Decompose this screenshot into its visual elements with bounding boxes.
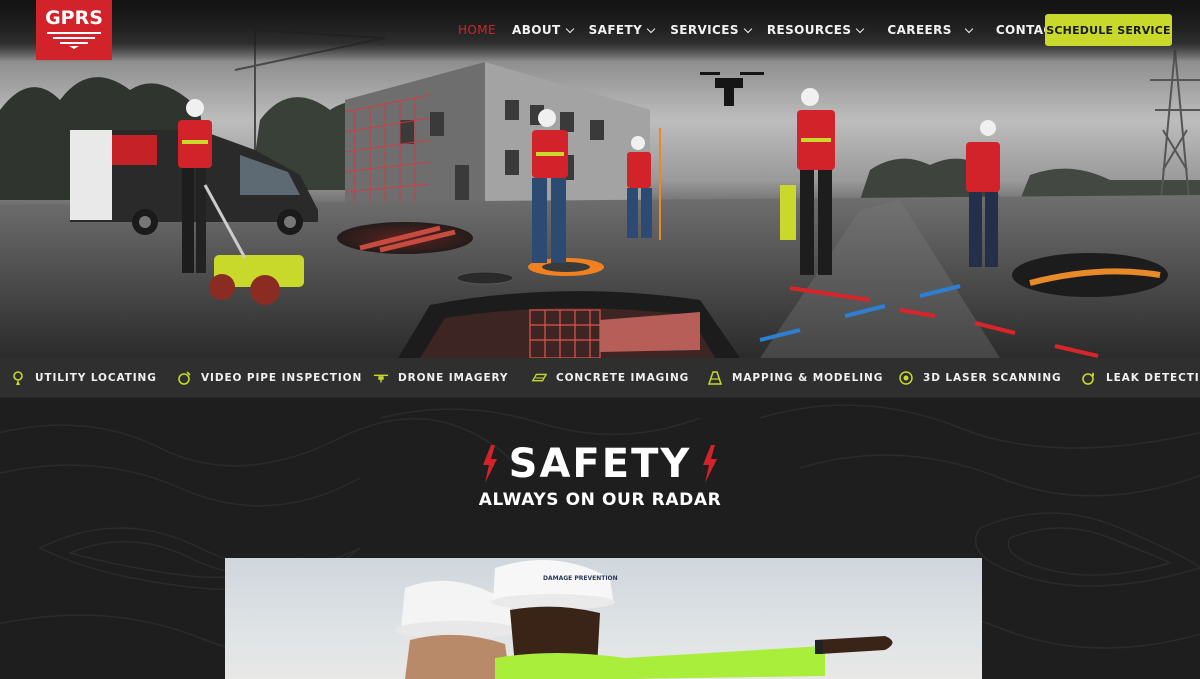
service-label: VIDEO PIPE INSPECTION bbox=[201, 372, 363, 384]
service-drone-imagery[interactable]: DRONE IMAGERY bbox=[373, 358, 508, 398]
services-strip: UTILITY LOCATING VIDEO PIPE INSPECTION D… bbox=[0, 358, 1200, 398]
lightning-bolt-icon bbox=[703, 445, 718, 483]
service-concrete-imaging[interactable]: CONCRETE IMAGING bbox=[531, 358, 689, 398]
gprs-logo[interactable]: GPRS bbox=[36, 0, 112, 60]
service-label: CONCRETE IMAGING bbox=[556, 372, 690, 384]
top-navigation-bar: GPRS HOME ABOUT SAFETY SERVICES RESOURCE… bbox=[0, 0, 1200, 62]
chevron-down-icon bbox=[856, 24, 865, 33]
nav-item-label: RESOURCES bbox=[766, 23, 852, 37]
laser-scan-icon bbox=[898, 370, 914, 386]
safety-subheading: ALWAYS ON OUR RADAR bbox=[478, 490, 722, 510]
video-pipe-inspection-icon bbox=[176, 370, 192, 386]
nav-item-label: ABOUT bbox=[512, 23, 561, 37]
safety-title-row: SAFETY bbox=[0, 442, 1200, 486]
main-nav: HOME ABOUT SAFETY SERVICES RESOURCES CAR… bbox=[458, 17, 1081, 43]
drone-icon bbox=[373, 370, 389, 386]
logo-stripes-icon bbox=[47, 32, 101, 49]
lightning-bolt-icon bbox=[482, 445, 497, 483]
nav-item-about[interactable]: ABOUT bbox=[512, 23, 574, 37]
nav-item-services[interactable]: SERVICES bbox=[670, 23, 753, 37]
leak-detection-icon bbox=[1081, 370, 1097, 386]
chevron-down-icon bbox=[646, 24, 656, 33]
logo-text: GPRS bbox=[45, 7, 103, 29]
hero-banner: GPRS HOME ABOUT SAFETY SERVICES RESOURCE… bbox=[0, 0, 1200, 358]
service-mapping-modeling[interactable]: MAPPING & MODELING bbox=[707, 358, 883, 398]
helmet-text: DAMAGE PREVENTION bbox=[543, 575, 618, 582]
concrete-imaging-icon bbox=[531, 370, 547, 386]
utility-locating-icon bbox=[10, 370, 26, 386]
service-label: 3D LASER SCANNING bbox=[923, 372, 1062, 384]
safety-workers-image: DAMAGE PREVENTION bbox=[395, 560, 893, 679]
nav-item-resources[interactable]: RESOURCES bbox=[766, 23, 865, 37]
service-video-pipe-inspection[interactable]: VIDEO PIPE INSPECTION bbox=[176, 358, 362, 398]
nav-item-label: HOME bbox=[458, 23, 497, 37]
schedule-service-button[interactable]: SCHEDULE SERVICE bbox=[1045, 14, 1172, 46]
service-label: UTILITY LOCATING bbox=[35, 372, 157, 384]
service-label: DRONE IMAGERY bbox=[398, 372, 509, 384]
service-label: MAPPING & MODELING bbox=[732, 372, 884, 384]
mapping-icon bbox=[707, 370, 723, 386]
safety-heading: SAFETY bbox=[508, 441, 692, 487]
nav-item-label: SAFETY bbox=[588, 23, 643, 37]
nav-item-safety[interactable]: SAFETY bbox=[588, 23, 656, 37]
service-utility-locating[interactable]: UTILITY LOCATING bbox=[10, 358, 157, 398]
chevron-down-icon bbox=[565, 24, 574, 33]
nav-item-home[interactable]: HOME bbox=[458, 23, 496, 37]
chevron-down-icon bbox=[743, 24, 753, 33]
service-leak-detection[interactable]: LEAK DETECTION bbox=[1081, 358, 1200, 398]
nav-item-label: SERVICES bbox=[670, 23, 739, 37]
chevron-down-icon bbox=[964, 24, 974, 33]
service-label: LEAK DETECTION bbox=[1106, 372, 1200, 384]
nav-item-label: CAREERS bbox=[887, 23, 952, 37]
safety-photo: DAMAGE PREVENTION bbox=[225, 558, 982, 679]
nav-item-careers[interactable]: CAREERS bbox=[887, 23, 974, 37]
service-3d-laser-scanning[interactable]: 3D LASER SCANNING bbox=[898, 358, 1062, 398]
safety-section: SAFETY ALWAYS ON OUR RADAR DAMAGE PREVEN… bbox=[0, 398, 1200, 679]
